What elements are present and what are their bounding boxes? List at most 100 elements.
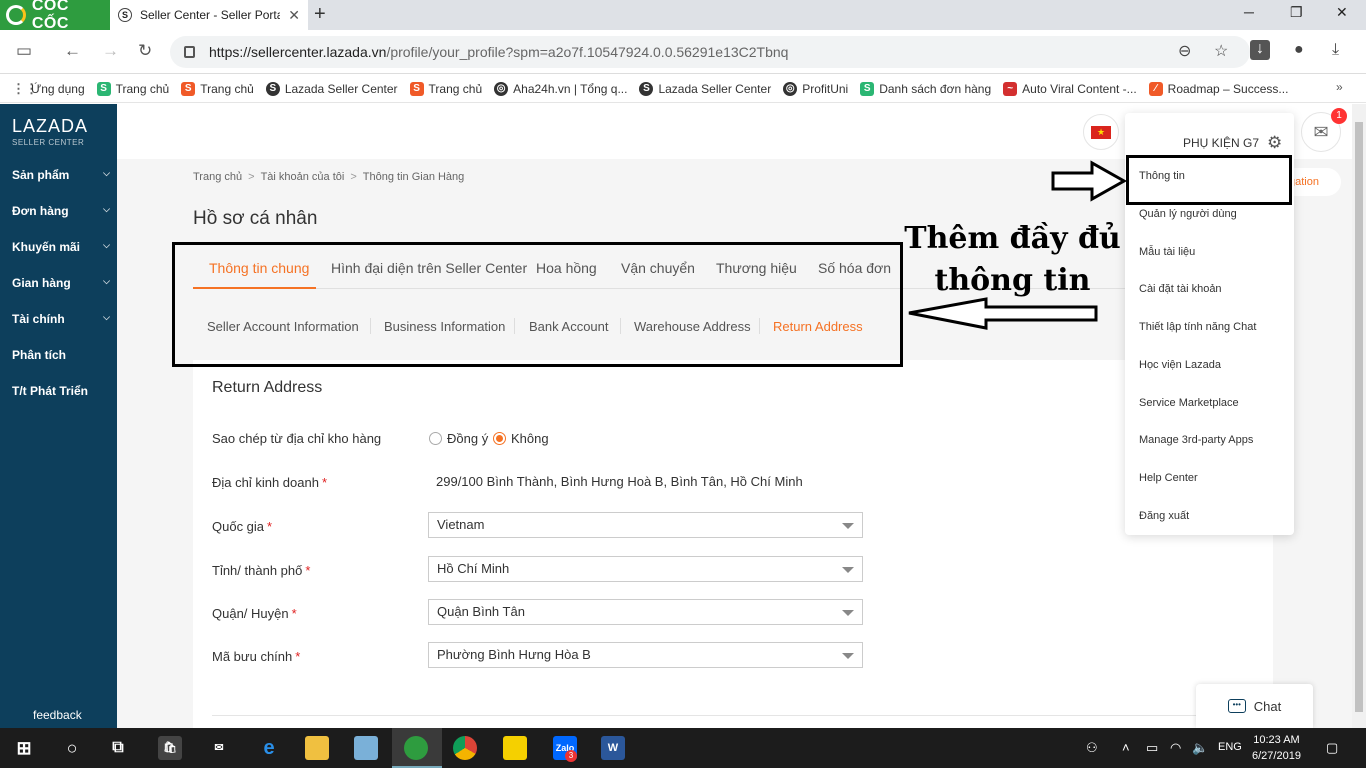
chevron-down-icon: ⌵ <box>103 168 110 178</box>
maximize-icon[interactable]: ❐ <box>1290 4 1303 21</box>
sidebar-item[interactable]: Tài chính ⌵ <box>12 312 110 326</box>
country-select[interactable]: Vietnam <box>428 512 863 538</box>
page-scrollbar[interactable] <box>1352 104 1366 728</box>
file-explorer-icon[interactable] <box>305 736 329 760</box>
tab-brand[interactable]: Thương hiệu <box>716 260 797 276</box>
chevron-down-icon <box>842 523 854 529</box>
sidebar-item[interactable]: Sản phẩm ⌵ <box>12 168 110 182</box>
tab-commission[interactable]: Hoa hồng <box>536 260 597 276</box>
forward-icon[interactable]: → <box>102 41 119 61</box>
dropdown-menu-item[interactable]: Quản lý người dùng <box>1139 208 1237 220</box>
dropdown-menu-item[interactable]: Học viện Lazada <box>1139 359 1221 371</box>
dropdown-menu-item[interactable]: Cài đặt tài khoản <box>1139 283 1222 295</box>
tab-business-info[interactable]: Business Information <box>384 319 505 334</box>
battery-icon[interactable]: ▭ <box>1146 740 1158 756</box>
radio-disagree[interactable]: Không <box>493 431 549 446</box>
feedback-link[interactable]: feedback <box>33 708 82 722</box>
language-indicator[interactable]: ENG <box>1218 741 1242 753</box>
tab-invoice[interactable]: Số hóa đơn <box>818 260 891 276</box>
wifi-icon[interactable]: ◠ <box>1170 740 1181 756</box>
zoom-icon[interactable]: ⊖ <box>1178 41 1191 61</box>
mail-app-icon[interactable]: ✉ <box>207 736 231 760</box>
store-icon[interactable]: 🛍 <box>158 736 182 760</box>
bookmark-item[interactable]: ~ Auto Viral Content -... <box>1003 81 1137 96</box>
downloads-icon[interactable]: ⤓ <box>1332 41 1339 59</box>
gear-icon[interactable]: ⚙ <box>1267 133 1282 153</box>
dropdown-menu-item[interactable]: Manage 3rd-party Apps <box>1139 434 1253 446</box>
close-tab-icon[interactable]: ✕ <box>288 7 300 24</box>
tab-bank-account[interactable]: Bank Account <box>529 319 609 334</box>
bookmark-item[interactable]: S Trang chủ <box>181 81 254 96</box>
district-select[interactable]: Quận Bình Tân <box>428 599 863 625</box>
dropdown-menu-item[interactable]: Mẫu tài liệu <box>1139 246 1195 258</box>
tab-return-address[interactable]: Return Address <box>773 319 863 334</box>
dropdown-menu-item[interactable]: Thông tin <box>1139 170 1185 182</box>
more-bookmarks-icon[interactable]: » <box>1336 80 1343 94</box>
sidebar-toggle-icon[interactable]: ▭ <box>16 41 32 61</box>
bookmark-item[interactable]: S Danh sách đơn hàng <box>860 81 991 96</box>
dropdown-menu-item[interactable]: Thiết lập tính năng Chat <box>1139 321 1256 333</box>
logo-subtext: SELLER CENTER <box>12 138 85 147</box>
bookmark-item[interactable]: S Lazada Seller Center <box>265 81 398 96</box>
reload-icon[interactable]: ↻ <box>138 41 152 61</box>
bookmark-item[interactable]: ◎ ProfitUni <box>783 81 849 96</box>
bookmark-item[interactable]: S Trang chủ <box>409 81 482 96</box>
tab-warehouse-address[interactable]: Warehouse Address <box>634 319 751 334</box>
new-tab-icon[interactable]: + <box>314 3 326 26</box>
sidebar-item[interactable]: Gian hàng ⌵ <box>12 276 110 290</box>
notification-center-icon[interactable]: ▢ <box>1326 740 1338 756</box>
breadcrumb-home[interactable]: Trang chủ <box>193 171 242 183</box>
tab-general-info[interactable]: Thông tin chung <box>209 260 309 276</box>
account-header[interactable]: PHỤ KIỆN G7 ⚙ <box>1183 133 1282 153</box>
word-icon[interactable]: W <box>601 736 625 760</box>
dropdown-menu-item[interactable]: Đăng xuất <box>1139 510 1189 522</box>
tab-seller-account-info[interactable]: Seller Account Information <box>207 319 359 334</box>
seller-center-favicon-icon: S <box>118 8 132 22</box>
scrollbar-thumb[interactable] <box>1355 122 1363 712</box>
lazada-logo[interactable]: LAZADA SELLER CENTER <box>12 116 88 147</box>
volume-icon[interactable]: 🔈 <box>1192 740 1208 756</box>
dropdown-menu-item[interactable]: Service Marketplace <box>1139 397 1239 409</box>
postal-code-select[interactable]: Phường Bình Hưng Hòa B <box>428 642 863 668</box>
chrome-icon[interactable] <box>453 736 477 760</box>
postal-code-value: Phường Bình Hưng Hòa B <box>437 647 591 662</box>
bookmark-item[interactable]: S Lazada Seller Center <box>639 81 771 96</box>
annotation-text: Thêm đầy đủ thông tin <box>900 218 1125 302</box>
dropdown-menu-item[interactable]: Help Center <box>1139 472 1198 484</box>
app-icon[interactable] <box>354 736 378 760</box>
close-window-icon[interactable]: ✕ <box>1336 4 1348 21</box>
url-input[interactable]: https://sellercenter.lazada.vn /profile/… <box>170 36 1250 68</box>
bookmark-item[interactable]: S Trang chủ <box>96 81 169 96</box>
breadcrumb-account[interactable]: Tài khoản của tôi <box>261 171 345 183</box>
minimize-icon[interactable]: ─ <box>1244 4 1254 20</box>
profile-icon[interactable]: ● <box>1294 41 1304 59</box>
back-icon[interactable]: ← <box>64 41 81 61</box>
language-flag-button[interactable]: ★ <box>1083 114 1119 150</box>
chat-button[interactable]: ••• Chat <box>1196 684 1313 728</box>
download-page-icon[interactable]: ↓ <box>1250 40 1270 60</box>
sidebar-item[interactable]: Khuyến mãi ⌵ <box>12 240 110 254</box>
search-icon[interactable]: ○ <box>60 736 84 760</box>
coccoc-brand[interactable]: CỐC CỐC <box>0 0 110 32</box>
task-view-icon[interactable]: ⧉ <box>106 736 130 760</box>
sidebar-item[interactable]: T/t Phát Triển <box>12 384 110 398</box>
tab-avatar[interactable]: Hình đại diện trên Seller Center <box>331 260 527 276</box>
edge-icon[interactable]: e <box>257 736 281 760</box>
city-select[interactable]: Hồ Chí Minh <box>428 556 863 582</box>
system-clock[interactable]: 10:23 AM 6/27/2019 <box>1252 732 1301 764</box>
windows-start-icon[interactable]: ⊞ <box>12 736 36 760</box>
sidebar-item[interactable]: Phân tích <box>12 348 110 362</box>
bookmark-star-icon[interactable]: ☆ <box>1214 41 1228 61</box>
bookmark-item[interactable]: ∕ Roadmap – Success... <box>1148 81 1288 96</box>
sidebar-item[interactable]: Đơn hàng ⌵ <box>12 204 110 218</box>
bookmark-item[interactable]: ⋮⋮ Ứng dụng <box>12 81 85 96</box>
browser-tab-active[interactable]: S Seller Center - Seller Portal ✕ <box>110 0 308 30</box>
people-icon[interactable]: ⚇ <box>1086 740 1098 756</box>
radio-agree[interactable]: Đồng ý <box>429 431 488 446</box>
bookmark-item[interactable]: ◎ Aha24h.vn | Tổng q... <box>494 81 627 96</box>
bookmark-label: ProfitUni <box>802 81 849 96</box>
sticky-notes-icon[interactable] <box>503 736 527 760</box>
tray-expand-icon[interactable]: ˄ <box>1122 740 1130 755</box>
coccoc-taskbar-icon[interactable] <box>404 736 428 760</box>
tab-shipping[interactable]: Vận chuyển <box>621 260 695 276</box>
